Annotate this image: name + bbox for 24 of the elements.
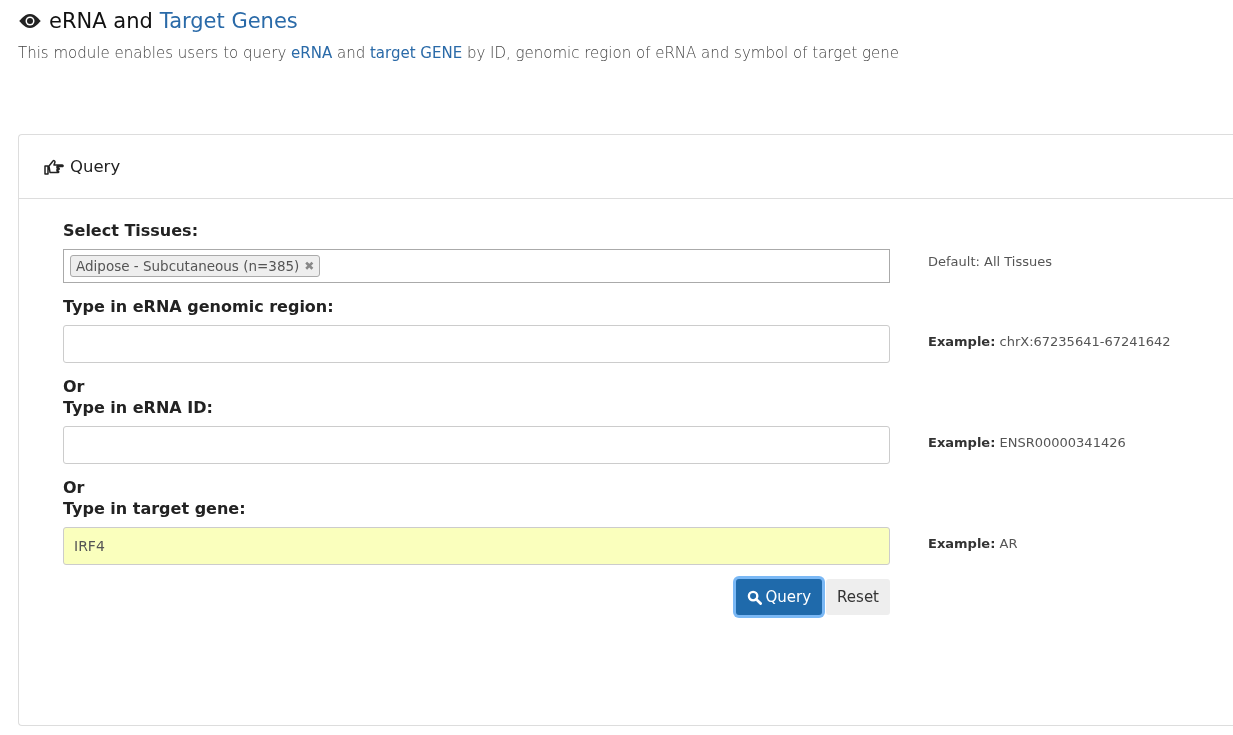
reset-button[interactable]: Reset [826,579,890,615]
title-link[interactable]: Target Genes [159,9,298,33]
hint-text: Example: AR [928,536,1018,553]
query-button[interactable]: Query [735,579,823,615]
or-label: Or [63,377,86,396]
hint-text: Example: chrX:67235641-67241642 [928,334,1171,351]
hint-text: Default: All Tissues [928,254,1052,271]
field-label: Type in eRNA genomic region: [63,297,335,316]
tissue-select[interactable]: Adipose - Subcutaneous (n=385) ✖ [63,249,890,283]
input-field[interactable]: IRF4 [63,527,890,565]
field-label: Type in target gene: [63,499,247,518]
eye-icon [18,13,42,29]
description: This module enables users to query eRNA and target GENE by ID, genomic region of eRNA and symbol of target gene [18,44,901,62]
search-icon [746,589,762,605]
tag-label: Adipose - Subcutaneous (n=385) [76,258,300,274]
hint-text: Example: ENSR00000341426 [928,435,1126,452]
pointing-hand-icon [44,158,64,175]
page-title: eRNA and [49,9,153,33]
or-label: Or [63,478,86,497]
input-field[interactable] [63,325,890,363]
input-field[interactable] [63,426,890,464]
field-label: Select Tissues: [63,221,200,240]
field-label: Type in eRNA ID: [63,398,214,417]
panel-title: Query [70,157,121,176]
